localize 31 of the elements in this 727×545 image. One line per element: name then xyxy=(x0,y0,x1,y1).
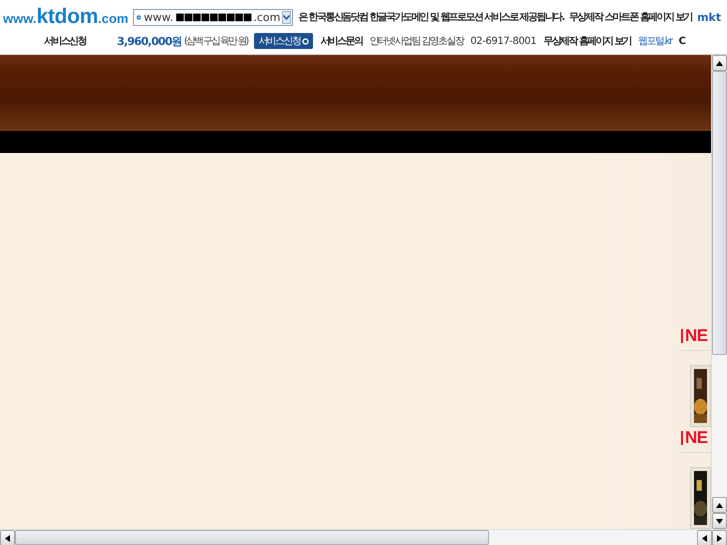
cut-text: C xyxy=(678,36,684,46)
arrow-icon xyxy=(716,502,723,508)
scroll-arrow-button[interactable] xyxy=(712,513,727,529)
scroll-arrow-button[interactable] xyxy=(712,497,727,513)
scroll-arrow-button[interactable] xyxy=(697,530,712,545)
contact-text: 인터넷사업팀 김영초실장 xyxy=(369,35,464,48)
scroll-thumb[interactable] xyxy=(712,71,727,355)
smartphone-homepage-link[interactable]: 무상제작 스마트폰 홈페이지 보기 xyxy=(568,10,692,24)
portal-link[interactable]: 웹포털.kr xyxy=(638,34,672,48)
site-link[interactable]: mkt xyxy=(697,10,722,24)
arrow-icon xyxy=(701,534,708,542)
scroll-arrow-button[interactable] xyxy=(0,530,15,545)
arrow-icon xyxy=(716,518,723,524)
arrow-icon xyxy=(716,60,723,66)
scroll-arrow-button[interactable] xyxy=(712,55,727,71)
homepage-link[interactable]: 무상제작 홈페이지 보기 xyxy=(543,34,632,48)
site-logo[interactable]: www.ktdom.com xyxy=(3,5,128,29)
apply-button[interactable]: 서비스신청 xyxy=(254,33,314,49)
scroll-arrow-button[interactable] xyxy=(712,530,727,545)
arrow-icon xyxy=(716,534,723,542)
phone-number: 02-6917-8001 xyxy=(470,36,536,46)
price-words: (삼백 구십 육만 원) xyxy=(184,35,248,48)
dropdown-button[interactable] xyxy=(282,10,292,24)
price-text: 3,960,000원 xyxy=(117,34,182,48)
domain-field[interactable]: www. ■■■■■■■■■ .com xyxy=(133,8,294,26)
service-label: 서비스신청 xyxy=(44,35,86,48)
inquiry-link[interactable]: 서비스문의 xyxy=(320,34,362,48)
notice-text: 은 한국통신돔닷컴 한글국가도메인 및 웹프로모션 서비스로 제공됩니다. xyxy=(298,11,564,24)
circle-icon xyxy=(302,38,310,44)
scroll-thumb[interactable] xyxy=(15,530,489,545)
arrow-icon xyxy=(4,534,11,542)
